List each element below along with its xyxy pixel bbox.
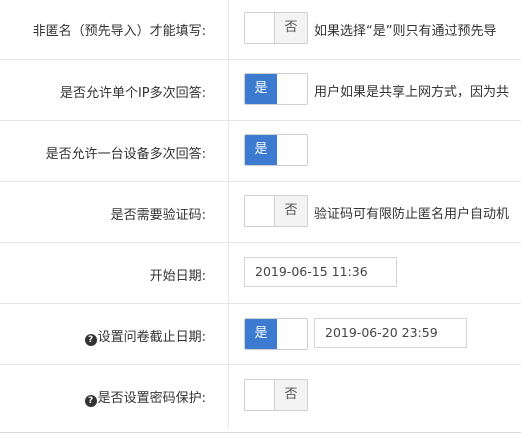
toggle-end-date[interactable]: 是 [244,318,308,350]
row-divider [0,242,521,243]
password-label-text: 是否设置密码保护: [97,391,206,406]
toggle-captcha[interactable]: 否 [244,195,308,227]
row-label-captcha: 是否需要验证码: [110,208,206,223]
hint-single-ip: 用户如果是共享上网方式，因为共 [314,85,510,100]
toggle-password[interactable]: 否 [244,379,308,411]
toggle-state-label: 是 [245,74,277,104]
survey-settings-form: 非匿名（预先导入）才能填写: 否 如果选择“是”则只有通过预先导 是否允许单个I… [0,0,521,441]
toggle-state-label: 否 [274,13,307,43]
row-divider [0,120,521,121]
row-divider [0,59,521,60]
row-label-end-date: ? 设置问卷截止日期: [84,326,206,346]
end-date-label-text: 设置问卷截止日期: [97,330,206,345]
row-label-single-ip: 是否允许单个IP多次回答: [59,86,206,101]
toggle-single-device[interactable]: 是 [244,134,308,166]
row-label-anonymous: 非匿名（预先导入）才能填写: [32,24,206,39]
toggle-state-label: 否 [274,380,307,410]
row-label-start-date: 开始日期: [149,269,206,284]
toggle-anonymous[interactable]: 否 [244,12,308,44]
row-label-single-device: 是否允许一台设备多次回答: [45,147,206,162]
toggle-state-label: 是 [245,135,277,165]
toggle-state-label: 否 [274,196,307,226]
toggle-single-ip[interactable]: 是 [244,73,308,105]
row-label-password: ? 是否设置密码保护: [84,387,206,407]
toggle-state-label: 是 [245,319,277,349]
row-divider [0,303,521,304]
question-circle-icon[interactable]: ? [84,395,97,407]
row-divider [0,364,521,365]
hint-anonymous: 如果选择“是”则只有通过预先导 [314,24,497,39]
hint-captcha: 验证码可有限防止匿名用户自动机 [314,207,510,222]
start-date-input[interactable]: 2019-06-15 11:36 [244,257,397,287]
form-bottom-border [0,432,521,433]
end-date-input[interactable]: 2019-06-20 23:59 [314,318,467,348]
row-divider [0,181,521,182]
question-circle-icon[interactable]: ? [84,334,97,346]
